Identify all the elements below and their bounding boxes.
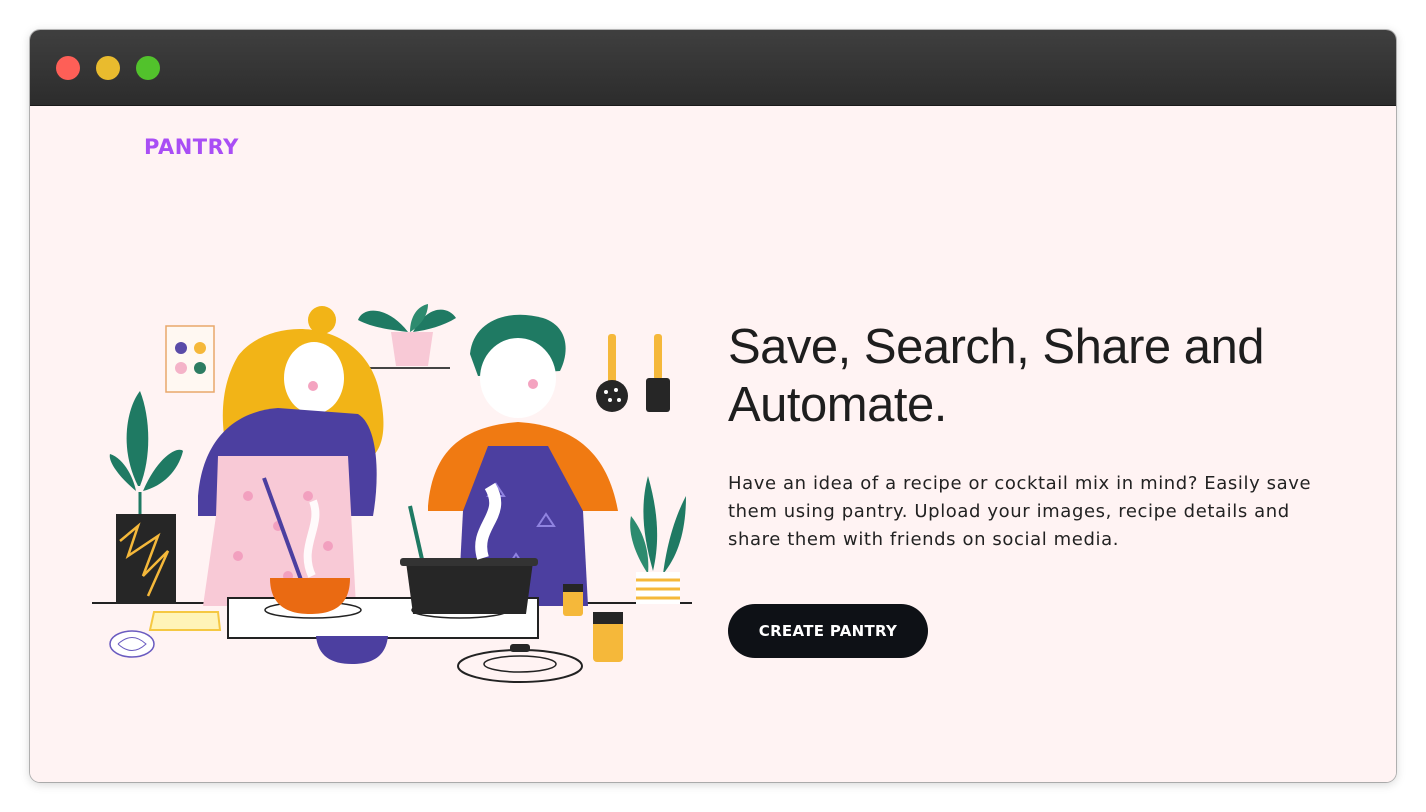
browser-window: PANTRY Save, Search, Share and Automate.… — [30, 30, 1396, 782]
window-titlebar — [30, 30, 1396, 106]
hanging-utensils — [596, 334, 670, 412]
left-plant — [109, 391, 183, 604]
close-window-button[interactable] — [56, 56, 80, 80]
spice-jars — [563, 584, 623, 662]
right-plant — [630, 476, 686, 604]
woman-figure — [198, 306, 384, 606]
onion — [109, 630, 155, 658]
minimize-window-button[interactable] — [96, 56, 120, 80]
hero-headline: Save, Search, Share and Automate. — [728, 320, 1265, 432]
landing-page: PANTRY Save, Search, Share and Automate.… — [30, 106, 1396, 782]
butter — [148, 611, 222, 631]
hero-description: Have an idea of a recipe or cocktail mix… — [728, 473, 1312, 550]
maximize-window-button[interactable] — [136, 56, 160, 80]
wall-picture — [165, 325, 215, 393]
create-pantry-button[interactable]: CREATE PANTRY — [728, 604, 928, 658]
cooking-illustration — [92, 304, 692, 683]
blue-pot — [316, 636, 388, 664]
shelf-plant — [358, 304, 456, 369]
pantry-logo[interactable]: PANTRY — [144, 135, 239, 159]
pot-lid — [457, 644, 583, 683]
